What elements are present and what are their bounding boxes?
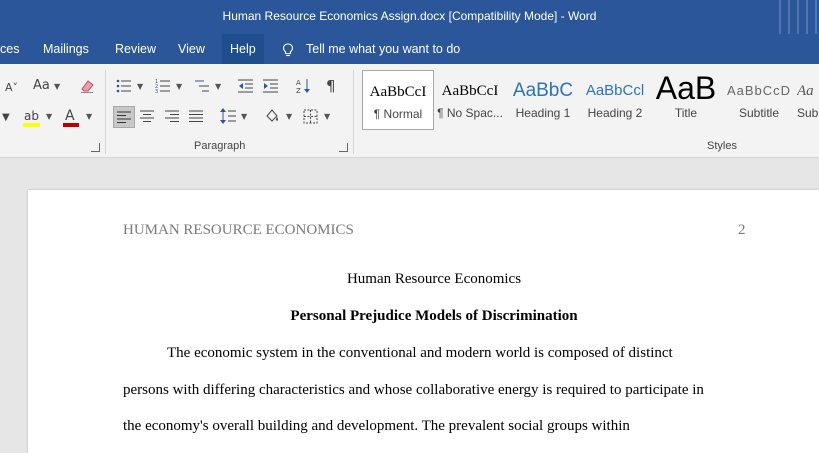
shading-dropdown-icon[interactable]: ▼ — [286, 109, 292, 125]
style-sample: AaB — [655, 70, 717, 106]
tell-me-text: Tell me what you want to do — [306, 42, 461, 56]
lightbulb-icon — [282, 43, 294, 56]
font-color-swatch — [63, 123, 79, 127]
paragraph-dialog-launcher-icon[interactable] — [339, 143, 348, 152]
style-name: Title — [674, 106, 698, 120]
paragraph-group-label: Paragraph — [194, 140, 246, 152]
styles-group-label: Styles — [707, 140, 737, 152]
line-spacing-dropdown-icon[interactable]: ▼ — [241, 109, 247, 125]
highlight-button[interactable]: ab — [24, 108, 39, 124]
page-number: 2 — [738, 222, 746, 238]
borders-icon[interactable] — [303, 109, 318, 124]
document-heading: Personal Prejudice Models of Discriminat… — [290, 308, 578, 324]
tell-me-search[interactable]: Tell me what you want to do — [282, 34, 460, 64]
style-sample: AaBbC — [512, 80, 574, 101]
bullets-icon[interactable] — [116, 78, 132, 94]
tab-view[interactable]: View — [170, 34, 213, 64]
style-name: Subtitle — [738, 106, 780, 120]
numbering-dropdown-icon[interactable]: ▼ — [176, 79, 182, 95]
style-sample: AaBbCcI — [369, 84, 427, 100]
borders-dropdown-icon[interactable]: ▼ — [324, 109, 330, 125]
body-text-line: persons with differing characteristics a… — [123, 382, 704, 398]
highlight-dropdown-icon[interactable]: ▼ — [46, 109, 52, 125]
title-bar: Human Resource Economics Assign.docx [Co… — [0, 0, 819, 34]
svg-text:Z: Z — [296, 87, 301, 94]
body-text-line: the economy's overall building and devel… — [123, 418, 630, 434]
style-subtitle[interactable]: AaBbCcD Subtitle — [723, 70, 795, 130]
font-dialog-launcher-icon[interactable] — [91, 143, 100, 152]
document-title: Human Resource Economics — [346, 271, 522, 287]
style-name: Heading 1 — [515, 106, 571, 120]
group-separator — [353, 70, 354, 154]
tab-mailings[interactable]: Mailings — [35, 34, 97, 64]
style-name: Heading 2 — [587, 106, 643, 120]
clear-formatting-icon[interactable] — [79, 78, 95, 94]
window-title: Human Resource Economics Assign.docx [Co… — [222, 9, 597, 23]
sort-icon[interactable]: AZ — [296, 78, 310, 94]
style-sample: Aa — [797, 83, 814, 99]
shading-icon[interactable] — [264, 108, 280, 124]
group-separator — [105, 70, 106, 154]
document-page[interactable]: HUMAN RESOURCE ECONOMICS 2 Human Resourc… — [28, 190, 819, 453]
align-center-icon[interactable] — [140, 109, 155, 124]
body-text-line: The economic system in the conventional … — [167, 345, 673, 361]
align-left-button[interactable] — [113, 106, 135, 128]
font-color-button[interactable]: A — [65, 108, 75, 124]
style-sample: AaBbCcD — [726, 83, 792, 98]
title-bar-decoration — [779, 0, 819, 34]
change-case-button[interactable]: Aa — [33, 78, 50, 94]
styles-gallery: AaBbCcI ¶ Normal AaBbCcI ¶ No Spac... Aa… — [361, 70, 819, 132]
decrease-indent-icon[interactable] — [237, 78, 254, 94]
style-no-spacing[interactable]: AaBbCcI ¶ No Spac... — [436, 70, 504, 130]
highlight-color-swatch — [23, 123, 40, 127]
bullets-dropdown-icon[interactable]: ▼ — [137, 79, 143, 95]
style-name: Sub — [797, 106, 819, 120]
style-heading-2[interactable]: AaBbCcl Heading 2 — [581, 70, 649, 130]
ribbon: A˅ Aa ▼ ▼ ab ▼ A ▼ ▼ 1 2 3 ▼ ▼ AZ ¶ ▼ ▼ … — [0, 64, 819, 158]
change-case-dropdown-icon[interactable]: ▼ — [54, 79, 60, 95]
svg-text:3: 3 — [155, 89, 158, 94]
line-spacing-icon[interactable] — [220, 108, 236, 124]
multilevel-dropdown-icon[interactable]: ▼ — [215, 79, 221, 95]
style-subtle-emphasis[interactable]: Aa Sub — [797, 70, 819, 130]
style-title[interactable]: AaB Title — [653, 70, 719, 130]
numbering-icon[interactable]: 1 2 3 — [155, 78, 171, 94]
tab-help[interactable]: Help — [222, 34, 264, 64]
font-color-dropdown-icon[interactable]: ▼ — [86, 109, 92, 125]
tab-references[interactable]: ces — [0, 34, 27, 64]
style-sample: AaBbCcI — [441, 83, 499, 99]
style-normal[interactable]: AaBbCcI ¶ Normal — [362, 70, 434, 130]
style-heading-1[interactable]: AaBbC Heading 1 — [507, 70, 579, 130]
highlight-label: ab — [24, 109, 39, 123]
style-name: ¶ Normal — [373, 107, 423, 121]
show-formatting-marks-icon[interactable]: ¶ — [326, 78, 336, 94]
style-sample: AaBbCcl — [585, 82, 645, 99]
ribbon-tabs: ces Mailings Review View Help Tell me wh… — [0, 34, 819, 64]
page-header-text: HUMAN RESOURCE ECONOMICS — [123, 222, 354, 238]
justify-icon[interactable] — [189, 109, 204, 124]
change-case-label: Aa — [33, 78, 50, 93]
font-color-label: A — [65, 108, 75, 124]
text-effects-dropdown-icon[interactable]: ▼ — [2, 110, 10, 126]
svg-text:A: A — [296, 79, 301, 87]
tab-review[interactable]: Review — [107, 34, 164, 64]
increase-indent-icon[interactable] — [262, 78, 279, 94]
align-left-icon — [117, 111, 131, 123]
shrink-font-icon[interactable]: A˅ — [5, 80, 18, 96]
align-right-icon[interactable] — [165, 109, 180, 124]
multilevel-list-icon[interactable] — [194, 78, 210, 94]
style-name: ¶ No Spac... — [437, 106, 503, 120]
